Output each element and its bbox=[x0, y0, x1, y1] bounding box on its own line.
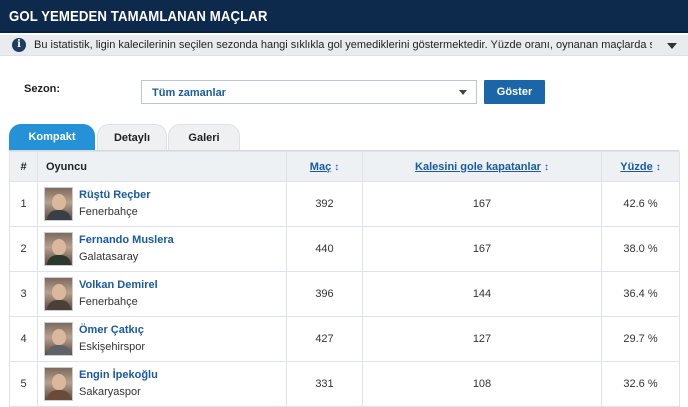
rank-cell: 2 bbox=[9, 226, 38, 272]
player-cell: Engin İpekoğlu Sakaryaspor bbox=[37, 361, 287, 407]
tab-detailed[interactable]: Detaylı bbox=[97, 124, 167, 150]
player-cell: Fernando Muslera Galatasaray bbox=[37, 226, 287, 272]
conceded-cell: 127 bbox=[362, 316, 602, 362]
avatar[interactable] bbox=[44, 367, 73, 401]
table-header-row: # Oyuncu Maç ↕ Kalesini gole kapatanlar ↕ … bbox=[9, 151, 680, 182]
page-header: GOL YEMEDEN TAMAMLANAN MAÇLAR bbox=[0, 0, 688, 33]
percent-cell: 42.6 % bbox=[601, 181, 680, 227]
tab-compact[interactable]: Kompakt bbox=[9, 124, 95, 150]
header-rank: # bbox=[9, 151, 38, 182]
rank-cell: 5 bbox=[9, 361, 38, 407]
player-name-link[interactable]: Volkan Demirel bbox=[79, 279, 158, 291]
sort-icon[interactable]: ↕ bbox=[544, 162, 549, 173]
player-team: Galatasaray bbox=[79, 251, 139, 263]
sort-percent-link[interactable]: Yüzde bbox=[620, 161, 652, 173]
table-row: 2 Fernando Muslera Galatasaray 440 167 3… bbox=[9, 226, 680, 272]
avatar[interactable] bbox=[44, 232, 73, 266]
show-button[interactable]: Göster bbox=[484, 80, 545, 104]
table-row: 3 Volkan Demirel Fenerbahçe 396 144 36.4… bbox=[9, 271, 680, 317]
info-text: Bu istatistik, ligin kalecilerinin seçil… bbox=[34, 39, 652, 51]
season-select[interactable]: Tüm zamanlar bbox=[141, 80, 477, 104]
percent-cell: 32.6 % bbox=[601, 361, 680, 407]
player-cell: Ömer Çatkıç Eskişehirspor bbox=[37, 316, 287, 362]
player-cell: Volkan Demirel Fenerbahçe bbox=[37, 271, 287, 317]
conceded-cell: 108 bbox=[362, 361, 602, 407]
matches-cell: 331 bbox=[286, 361, 363, 407]
player-team: Sakaryaspor bbox=[79, 386, 141, 398]
tab-gallery[interactable]: Galeri bbox=[168, 124, 240, 150]
rank-cell: 1 bbox=[9, 181, 38, 227]
avatar[interactable] bbox=[44, 187, 73, 221]
percent-cell: 38.0 % bbox=[601, 226, 680, 272]
player-team: Fenerbahçe bbox=[79, 206, 138, 218]
expand-arrow-icon[interactable] bbox=[667, 43, 677, 49]
player-name-link[interactable]: Ömer Çatkıç bbox=[79, 324, 144, 336]
info-icon: i bbox=[12, 38, 26, 52]
player-name-link[interactable]: Engin İpekoğlu bbox=[79, 369, 158, 381]
player-name-link[interactable]: Rüştü Reçber bbox=[79, 189, 151, 201]
percent-cell: 36.4 % bbox=[601, 271, 680, 317]
table-row: 1 Rüştü Reçber Fenerbahçe 392 167 42.6 % bbox=[9, 181, 680, 227]
player-cell: Rüştü Reçber Fenerbahçe bbox=[37, 181, 287, 227]
player-name-link[interactable]: Fernando Muslera bbox=[79, 234, 174, 246]
sort-matches-link[interactable]: Maç bbox=[310, 161, 331, 173]
matches-cell: 440 bbox=[286, 226, 363, 272]
page-title: GOL YEMEDEN TAMAMLANAN MAÇLAR bbox=[9, 8, 268, 25]
season-label: Sezon: bbox=[24, 83, 61, 95]
sort-icon[interactable]: ↕ bbox=[656, 162, 661, 173]
sort-conceded-link[interactable]: Kalesini gole kapatanlar bbox=[415, 161, 541, 173]
conceded-cell: 144 bbox=[362, 271, 602, 317]
player-team: Fenerbahçe bbox=[79, 296, 138, 308]
table-row: 4 Ömer Çatkıç Eskişehirspor 427 127 29.7… bbox=[9, 316, 680, 362]
header-matches[interactable]: Maç ↕ bbox=[286, 151, 363, 182]
matches-cell: 396 bbox=[286, 271, 363, 317]
stats-table: # Oyuncu Maç ↕ Kalesini gole kapatanlar ↕ … bbox=[9, 151, 680, 407]
header-player: Oyuncu bbox=[37, 151, 287, 182]
header-conceded[interactable]: Kalesini gole kapatanlar ↕ bbox=[362, 151, 602, 182]
rank-cell: 4 bbox=[9, 316, 38, 362]
header-percent[interactable]: Yüzde ↕ bbox=[601, 151, 680, 182]
table-row: 5 Engin İpekoğlu Sakaryaspor 331 108 32.… bbox=[9, 361, 680, 407]
season-select-value: Tüm zamanlar bbox=[152, 87, 226, 99]
percent-cell: 29.7 % bbox=[601, 316, 680, 362]
conceded-cell: 167 bbox=[362, 226, 602, 272]
chevron-down-icon bbox=[459, 90, 467, 95]
stats-table-container: # Oyuncu Maç ↕ Kalesini gole kapatanlar ↕ … bbox=[9, 150, 680, 407]
matches-cell: 427 bbox=[286, 316, 363, 362]
rank-cell: 3 bbox=[9, 271, 38, 317]
avatar[interactable] bbox=[44, 277, 73, 311]
sort-icon[interactable]: ↕ bbox=[334, 162, 339, 173]
player-team: Eskişehirspor bbox=[79, 341, 146, 353]
info-bar[interactable]: i Bu istatistik, ligin kalecilerinin seç… bbox=[0, 35, 688, 56]
avatar[interactable] bbox=[44, 322, 73, 356]
conceded-cell: 167 bbox=[362, 181, 602, 227]
matches-cell: 392 bbox=[286, 181, 363, 227]
